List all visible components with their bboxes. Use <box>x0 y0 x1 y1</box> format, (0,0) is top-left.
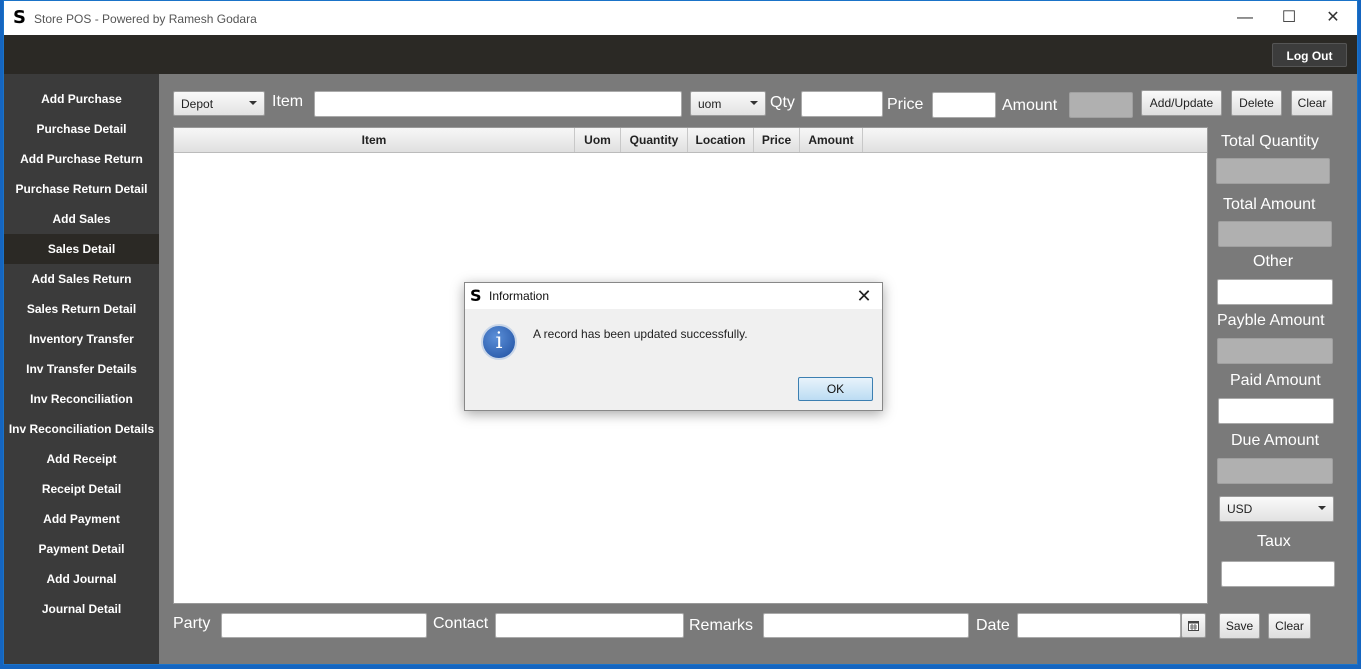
column-header-price[interactable]: Price <box>754 128 800 152</box>
window-title: Store POS - Powered by Ramesh Godara <box>34 12 257 26</box>
uom-selected-value: uom <box>698 97 722 111</box>
total-quantity-label: Total Quantity <box>1221 133 1319 150</box>
currency-select[interactable]: USD <box>1219 496 1334 522</box>
contact-input[interactable] <box>495 613 684 638</box>
amount-label: Amount <box>1002 97 1058 114</box>
price-label: Price <box>887 96 924 113</box>
taux-input[interactable] <box>1221 561 1335 587</box>
dialog-title: Information <box>489 289 550 303</box>
sidebar-item-add-purchase[interactable]: Add Purchase <box>4 84 159 114</box>
location-select[interactable]: Depot <box>173 91 265 116</box>
ok-button[interactable]: OK <box>798 377 873 401</box>
logout-button[interactable]: Log Out <box>1272 43 1347 67</box>
table-header: Item Uom Quantity Location Price Amount <box>174 128 1207 153</box>
sidebar-item-inventory-transfer[interactable]: Inventory Transfer <box>4 324 159 354</box>
location-selected-value: Depot <box>181 97 214 111</box>
remarks-input[interactable] <box>763 613 969 638</box>
qty-label: Qty <box>770 94 795 111</box>
contact-label: Contact <box>433 615 489 632</box>
sidebar-item-inv-reconciliation[interactable]: Inv Reconciliation <box>4 384 159 414</box>
date-input[interactable] <box>1017 613 1181 638</box>
add-update-button[interactable]: Add/Update <box>1141 90 1222 116</box>
item-label: Item <box>272 93 304 110</box>
app-logo-icon: S <box>470 286 482 305</box>
dialog-title-bar: S Information ✕ <box>465 283 882 309</box>
other-input[interactable] <box>1217 279 1333 305</box>
save-button[interactable]: Save <box>1219 613 1260 639</box>
sidebar-item-add-sales-return[interactable]: Add Sales Return <box>4 264 159 294</box>
close-window-button[interactable]: ✕ <box>1311 6 1355 30</box>
sidebar-item-sales-return-detail[interactable]: Sales Return Detail <box>4 294 159 324</box>
sidebar-item-inv-reconciliation-details[interactable]: Inv Reconciliation Details <box>4 414 159 444</box>
total-amount-field <box>1218 221 1332 247</box>
chevron-down-icon <box>750 101 758 105</box>
item-input[interactable] <box>314 91 682 117</box>
total-quantity-field <box>1216 158 1330 184</box>
sidebar-item-receipt-detail[interactable]: Receipt Detail <box>4 474 159 504</box>
column-header-quantity[interactable]: Quantity <box>621 128 688 152</box>
top-bar: Log Out <box>4 35 1357 74</box>
info-icon: i <box>481 324 517 360</box>
sidebar-item-add-payment[interactable]: Add Payment <box>4 504 159 534</box>
information-dialog: S Information ✕ i A record has been upda… <box>464 282 883 411</box>
paid-amount-label: Paid Amount <box>1230 372 1321 389</box>
dialog-message: A record has been updated successfully. <box>533 327 748 341</box>
maximize-button[interactable]: ☐ <box>1267 6 1311 30</box>
party-label: Party <box>173 615 211 632</box>
close-icon[interactable]: ✕ <box>853 285 875 307</box>
payable-amount-label: Payble Amount <box>1217 312 1325 329</box>
other-label: Other <box>1253 253 1294 270</box>
qty-input[interactable] <box>801 91 883 117</box>
sidebar-item-add-receipt[interactable]: Add Receipt <box>4 444 159 474</box>
sidebar: Add Purchase Purchase Detail Add Purchas… <box>4 74 159 664</box>
calendar-button[interactable] <box>1181 613 1206 638</box>
currency-selected-value: USD <box>1227 502 1253 516</box>
calendar-icon <box>1188 621 1199 631</box>
column-header-amount[interactable]: Amount <box>800 128 863 152</box>
app-logo-icon: S <box>13 7 26 28</box>
column-header-uom[interactable]: Uom <box>575 128 621 152</box>
chevron-down-icon <box>1318 506 1326 510</box>
price-input[interactable] <box>932 92 996 118</box>
due-amount-field <box>1217 458 1333 484</box>
date-label: Date <box>976 617 1010 634</box>
column-header-location[interactable]: Location <box>688 128 754 152</box>
taux-label: Taux <box>1257 533 1291 550</box>
title-bar: S Store POS - Powered by Ramesh Godara —… <box>4 1 1357 35</box>
uom-select[interactable]: uom <box>690 91 766 116</box>
sidebar-item-inv-transfer-details[interactable]: Inv Transfer Details <box>4 354 159 384</box>
minimize-button[interactable]: — <box>1223 6 1267 30</box>
party-input[interactable] <box>221 613 427 638</box>
amount-input <box>1069 92 1133 118</box>
clear-form-button[interactable]: Clear <box>1268 613 1311 639</box>
delete-button[interactable]: Delete <box>1231 90 1282 116</box>
sidebar-item-add-journal[interactable]: Add Journal <box>4 564 159 594</box>
sidebar-item-payment-detail[interactable]: Payment Detail <box>4 534 159 564</box>
due-amount-label: Due Amount <box>1231 432 1320 449</box>
column-header-item[interactable]: Item <box>174 128 575 152</box>
payable-amount-field <box>1217 338 1333 364</box>
total-amount-label: Total Amount <box>1223 196 1316 213</box>
sidebar-item-add-sales[interactable]: Add Sales <box>4 204 159 234</box>
remarks-label: Remarks <box>689 617 754 634</box>
paid-amount-input[interactable] <box>1218 398 1334 424</box>
sidebar-item-sales-detail[interactable]: Sales Detail <box>4 234 159 264</box>
clear-entry-button[interactable]: Clear <box>1291 90 1333 116</box>
sidebar-item-journal-detail[interactable]: Journal Detail <box>4 594 159 624</box>
sidebar-item-add-purchase-return[interactable]: Add Purchase Return <box>4 144 159 174</box>
sidebar-item-purchase-return-detail[interactable]: Purchase Return Detail <box>4 174 159 204</box>
chevron-down-icon <box>249 101 257 105</box>
sidebar-item-purchase-detail[interactable]: Purchase Detail <box>4 114 159 144</box>
